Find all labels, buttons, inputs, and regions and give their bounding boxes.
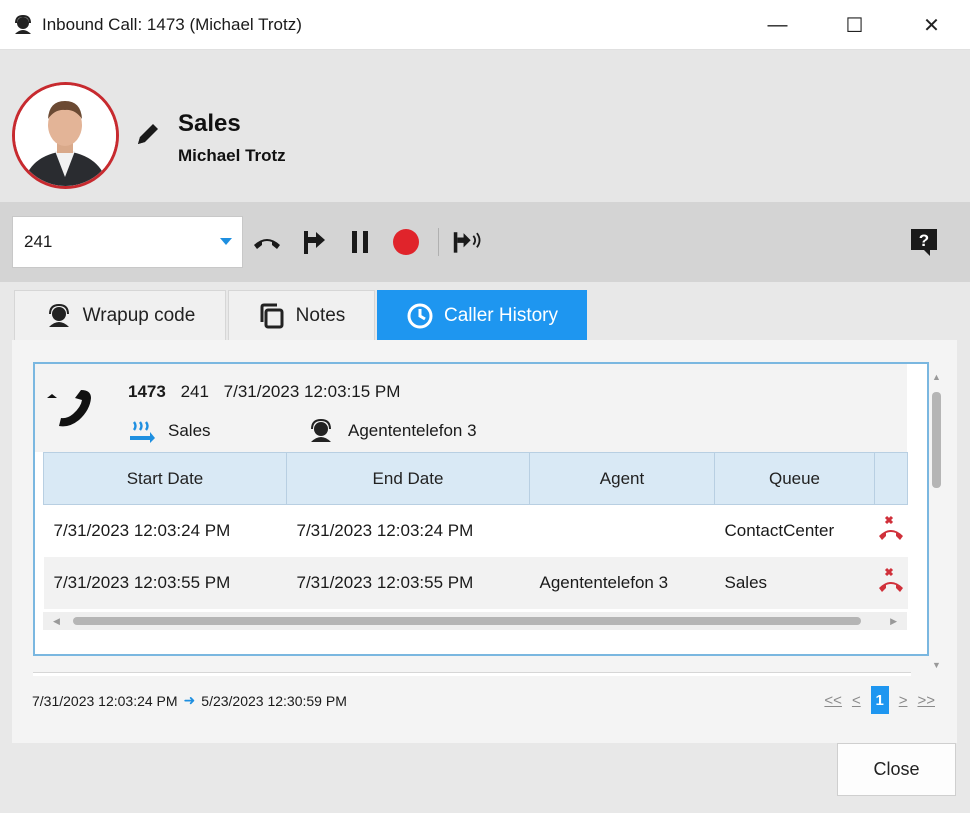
- scroll-right-icon[interactable]: ▶: [890, 616, 897, 627]
- help-icon[interactable]: ?: [908, 226, 940, 258]
- arrow-right-icon: ➜: [183, 692, 196, 708]
- cell-status: [874, 504, 908, 557]
- scroll-down-icon[interactable]: ▼: [932, 660, 941, 670]
- table-row[interactable]: 7/31/2023 12:03:55 PM 7/31/2023 12:03:55…: [43, 556, 908, 609]
- scrollbar-thumb[interactable]: [73, 617, 861, 625]
- cell-start-date: 7/31/2023 12:03:55 PM: [43, 556, 287, 609]
- cell-start-date: 7/31/2023 12:03:24 PM: [43, 504, 287, 557]
- cell-agent: [529, 504, 715, 557]
- missed-call-icon: [877, 516, 905, 546]
- history-entry-card[interactable]: 1473 241 7/31/2023 12:03:15 PM Sales Age…: [33, 362, 929, 656]
- tab-wrapup-code[interactable]: Wrapup code: [14, 290, 226, 340]
- history-table: Start Date End Date Agent Queue 7/31/202…: [43, 452, 908, 609]
- call-datetime: 7/31/2023 12:03:15 PM: [223, 382, 401, 401]
- queue-name: Sales: [178, 110, 241, 137]
- headset-icon: [45, 302, 73, 330]
- tab-notes[interactable]: Notes: [228, 290, 375, 340]
- svg-text:?: ?: [919, 231, 929, 250]
- record-icon[interactable]: [390, 226, 422, 258]
- current-page[interactable]: 1: [870, 686, 889, 714]
- column-header-queue[interactable]: Queue: [714, 452, 875, 505]
- horizontal-scrollbar[interactable]: ◀ ▶: [43, 612, 907, 630]
- scroll-left-icon[interactable]: ◀: [53, 616, 60, 627]
- call-summary: 1473 241 7/31/2023 12:03:15 PM Sales Age…: [35, 364, 907, 452]
- inbound-call-icon: [45, 386, 95, 430]
- call-toolbar: 241 ?: [0, 202, 970, 282]
- table-row[interactable]: 7/31/2023 12:03:24 PM 7/31/2023 12:03:24…: [43, 504, 908, 557]
- history-entry-card-next: [33, 672, 911, 676]
- tab-caller-history[interactable]: Caller History: [377, 290, 587, 340]
- call-routing: Sales Agententelefon 3: [128, 418, 477, 444]
- minimize-button[interactable]: —: [739, 0, 816, 50]
- close-window-button[interactable]: ✕: [893, 0, 970, 50]
- range-to: 5/23/2023 12:30:59 PM: [201, 692, 347, 709]
- hold-pause-icon[interactable]: [344, 226, 376, 258]
- prev-page-link[interactable]: <: [852, 692, 861, 709]
- edit-pencil-icon[interactable]: [134, 120, 162, 148]
- vertical-scrollbar[interactable]: ▲ ▼: [929, 368, 945, 674]
- close-button[interactable]: Close: [837, 743, 956, 796]
- hangup-icon[interactable]: [251, 226, 283, 258]
- transfer-icon[interactable]: [298, 226, 330, 258]
- last-page-link[interactable]: >>: [917, 692, 935, 709]
- cell-end-date: 7/31/2023 12:03:55 PM: [286, 556, 530, 609]
- title-bar: Inbound Call: 1473 (Michael Trotz) — ☐ ✕: [0, 0, 970, 50]
- toolbar-divider: [438, 228, 439, 256]
- tab-label: Caller History: [443, 304, 559, 326]
- call-extension: 241: [180, 382, 209, 401]
- tab-label: Notes: [295, 304, 346, 326]
- cell-queue: Sales: [714, 556, 875, 609]
- maximize-button[interactable]: ☐: [816, 0, 893, 50]
- column-header-end-date[interactable]: End Date: [286, 452, 530, 505]
- call-details: 1473 241 7/31/2023 12:03:15 PM: [128, 382, 400, 402]
- column-header-agent[interactable]: Agent: [529, 452, 715, 505]
- queue-icon: [128, 418, 156, 444]
- column-header-start-date[interactable]: Start Date: [43, 452, 287, 505]
- pagination: << < 1 > >>: [814, 686, 935, 714]
- date-range: 7/31/2023 12:03:24 PM ➜ 5/23/2023 12:30:…: [32, 692, 347, 709]
- cell-end-date: 7/31/2023 12:03:24 PM: [286, 504, 530, 557]
- caller-header: Sales Michael Trotz: [0, 50, 970, 202]
- first-page-link[interactable]: <<: [824, 692, 842, 709]
- consult-transfer-icon[interactable]: [452, 226, 484, 258]
- caller-history-panel: 1473 241 7/31/2023 12:03:15 PM Sales Age…: [12, 340, 957, 743]
- cell-status: [874, 556, 908, 609]
- headset-icon: [12, 14, 34, 36]
- missed-call-icon: [877, 567, 905, 598]
- clock-icon: [406, 302, 434, 330]
- next-page-link[interactable]: >: [899, 692, 908, 709]
- extension-select[interactable]: 241: [12, 216, 243, 268]
- call-number: 1473: [128, 382, 166, 401]
- call-agent: Agententelefon 3: [348, 421, 477, 440]
- chevron-down-icon[interactable]: [220, 238, 232, 245]
- agent-headset-icon: [308, 418, 334, 444]
- tab-label: Wrapup code: [82, 304, 196, 326]
- extension-value: 241: [24, 232, 53, 251]
- notes-icon: [258, 302, 286, 330]
- scroll-up-icon[interactable]: ▲: [932, 372, 941, 382]
- column-header-action: [874, 452, 908, 505]
- cell-agent: Agententelefon 3: [529, 556, 715, 609]
- call-queue: Sales: [168, 421, 211, 440]
- tab-bar: Wrapup code Notes Caller History: [14, 290, 589, 340]
- range-from: 7/31/2023 12:03:24 PM: [32, 692, 178, 709]
- window-title: Inbound Call: 1473 (Michael Trotz): [42, 14, 302, 34]
- caller-name: Michael Trotz: [178, 146, 286, 165]
- avatar: [12, 82, 119, 189]
- cell-queue: ContactCenter: [714, 504, 875, 557]
- scrollbar-thumb[interactable]: [932, 392, 941, 488]
